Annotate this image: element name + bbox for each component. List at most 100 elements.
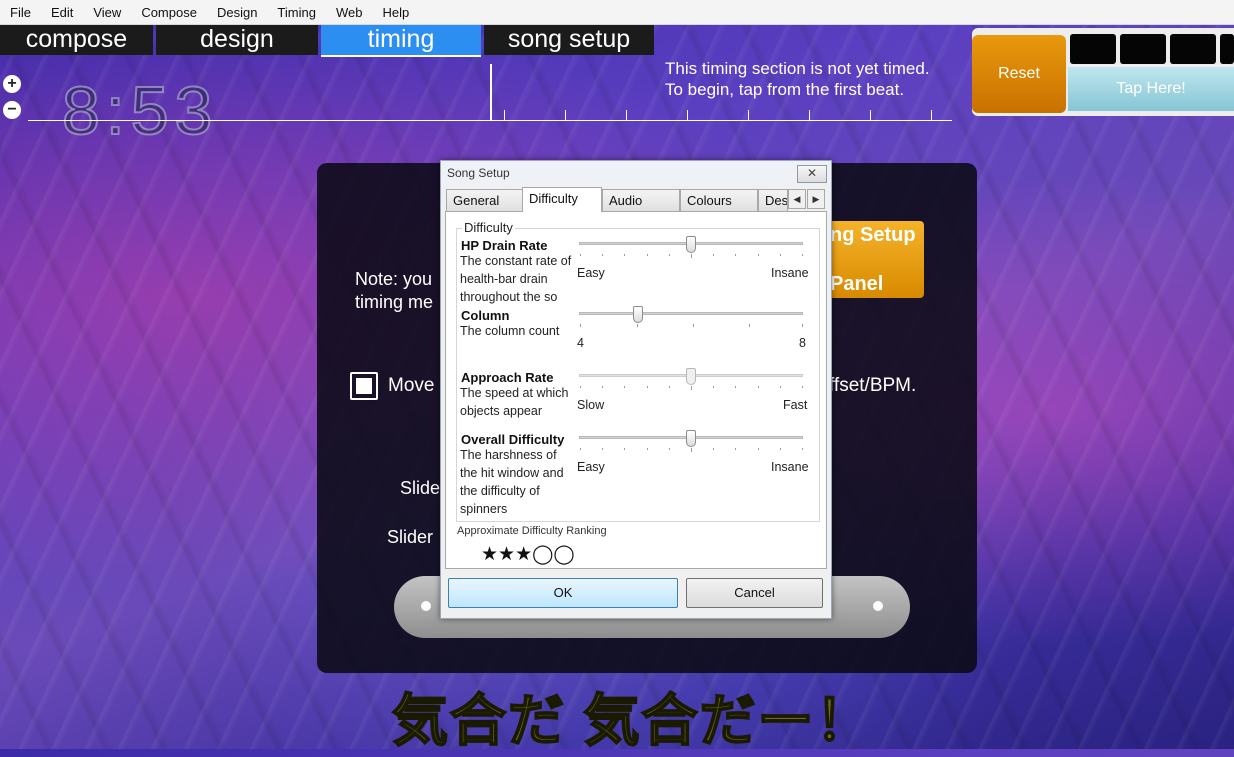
slider-tick	[624, 386, 625, 388]
hp-drain-thumb[interactable]	[686, 236, 696, 253]
slider-tick	[735, 448, 736, 450]
beat-indicator	[1220, 34, 1234, 64]
tap-here-button[interactable]: Tap Here!	[1068, 67, 1234, 111]
menu-view[interactable]: View	[83, 5, 131, 20]
tab-general[interactable]: General	[446, 189, 523, 211]
slider-tick	[691, 254, 692, 258]
lyric-subtitle: 気合だ 気合だー！	[391, 688, 874, 753]
tab-timing[interactable]: timing	[321, 25, 481, 57]
slider-end-dot	[873, 601, 883, 611]
timeline-tick	[809, 110, 810, 120]
menu-help[interactable]: Help	[372, 5, 419, 20]
column-tick	[749, 324, 750, 327]
tab-scroll-left-icon[interactable]: ◀	[788, 189, 806, 209]
slider-tick	[602, 254, 603, 256]
menu-bar: File Edit View Compose Design Timing Web…	[0, 0, 1234, 25]
difficulty-ranking-label: Approximate Difficulty Ranking	[457, 525, 607, 537]
cancel-button[interactable]: Cancel	[686, 578, 823, 608]
slider-tick	[580, 254, 581, 256]
timeline-tick	[870, 110, 871, 120]
timeline-tick	[931, 110, 932, 120]
tab-colours[interactable]: Colours	[680, 189, 758, 211]
slider-tick	[624, 254, 625, 256]
menu-file[interactable]: File	[0, 5, 41, 20]
approach-rate-min-label: Slow	[577, 398, 605, 412]
approach-rate-desc: The speed at which objects appear	[460, 386, 569, 418]
dialog-tabs: General Difficulty Audio Colours Des ◀ ▶	[445, 187, 827, 212]
slider-tick	[647, 448, 648, 450]
timeline-playhead[interactable]	[490, 64, 492, 120]
slider-tick	[780, 448, 781, 450]
column-max-label: 8	[799, 336, 806, 350]
slider-tick	[691, 386, 692, 390]
column-thumb[interactable]	[633, 306, 643, 323]
approach-rate-thumb[interactable]	[686, 368, 696, 385]
slider-tick	[713, 386, 714, 388]
ok-button[interactable]: OK	[448, 578, 678, 608]
approach-rate-title: Approach Rate	[461, 370, 554, 385]
slider-tick	[780, 254, 781, 256]
menu-compose[interactable]: Compose	[131, 5, 207, 20]
tab-compose[interactable]: compose	[0, 25, 153, 55]
zoom-out-icon[interactable]: −	[3, 101, 21, 119]
timing-message-line1: This timing section is not yet timed.	[665, 59, 930, 78]
slider-label: Slider	[387, 527, 434, 547]
offset-bpm-label: ffset/BPM.	[829, 375, 917, 396]
tab-audio[interactable]: Audio	[602, 189, 680, 211]
column-min-label: 4	[577, 336, 584, 350]
slider-label: Slide	[400, 478, 441, 498]
tab-difficulty[interactable]: Difficulty	[522, 187, 602, 212]
tab-design[interactable]: Des	[758, 189, 788, 211]
mode-tabs: compose design timing song setup	[0, 25, 657, 57]
close-icon[interactable]: ✕	[797, 165, 827, 183]
approach-rate-max-label: Fast	[783, 398, 808, 412]
note-line2: timing me	[355, 292, 434, 312]
column-slider[interactable]	[579, 312, 803, 315]
tab-scroll: ◀ ▶	[787, 189, 825, 209]
song-setup-panel-label: Panel	[830, 273, 884, 295]
reset-button[interactable]: Reset	[972, 35, 1066, 113]
slider-tick	[602, 386, 603, 388]
slider-tick	[602, 448, 603, 450]
menu-timing[interactable]: Timing	[267, 5, 326, 20]
tab-scroll-right-icon[interactable]: ▶	[807, 189, 825, 209]
note-text: Note: you timing me	[355, 268, 433, 314]
beat-indicator	[1170, 34, 1216, 64]
slider-tick	[758, 448, 759, 450]
timeline-tick	[504, 110, 505, 120]
slider-tick	[713, 448, 714, 450]
hp-drain-max-label: Insane	[771, 266, 809, 280]
overall-difficulty-min-label: Easy	[577, 460, 605, 474]
overall-difficulty-desc: The harshness of the hit window and the …	[460, 448, 564, 516]
slider-tick	[669, 386, 670, 388]
menu-web[interactable]: Web	[326, 5, 373, 20]
hp-drain-title: HP Drain Rate	[461, 238, 548, 253]
tab-song-setup[interactable]: song setup	[484, 25, 654, 55]
slider-tick	[691, 448, 692, 452]
slider-tick	[802, 254, 803, 256]
slider-tick	[802, 386, 803, 388]
timeline-track[interactable]	[28, 120, 952, 121]
move-checkbox[interactable]	[350, 372, 378, 400]
tab-design[interactable]: design	[156, 25, 318, 55]
slider-tick	[669, 254, 670, 256]
slider-tick	[669, 448, 670, 450]
move-checkbox-label: Move	[388, 375, 435, 396]
slider-tick	[780, 386, 781, 388]
overall-difficulty-thumb[interactable]	[686, 430, 696, 447]
slider-tick	[758, 254, 759, 256]
slider-tick	[580, 448, 581, 450]
column-tick	[637, 324, 638, 327]
hp-drain-min-label: Easy	[577, 266, 605, 280]
column-tick	[580, 324, 581, 327]
slider-start-dot	[421, 601, 431, 611]
menu-edit[interactable]: Edit	[41, 5, 83, 20]
current-time: 8:53	[61, 72, 219, 150]
slider-tick	[735, 254, 736, 256]
beat-indicator	[1070, 34, 1116, 64]
column-tick	[802, 324, 803, 327]
song-setup-panel-button[interactable]: ng Setup Panel	[828, 221, 924, 298]
zoom-in-icon[interactable]: +	[3, 75, 21, 93]
menu-design[interactable]: Design	[207, 5, 267, 20]
timing-message-line2: To begin, tap from the first beat.	[665, 80, 905, 99]
